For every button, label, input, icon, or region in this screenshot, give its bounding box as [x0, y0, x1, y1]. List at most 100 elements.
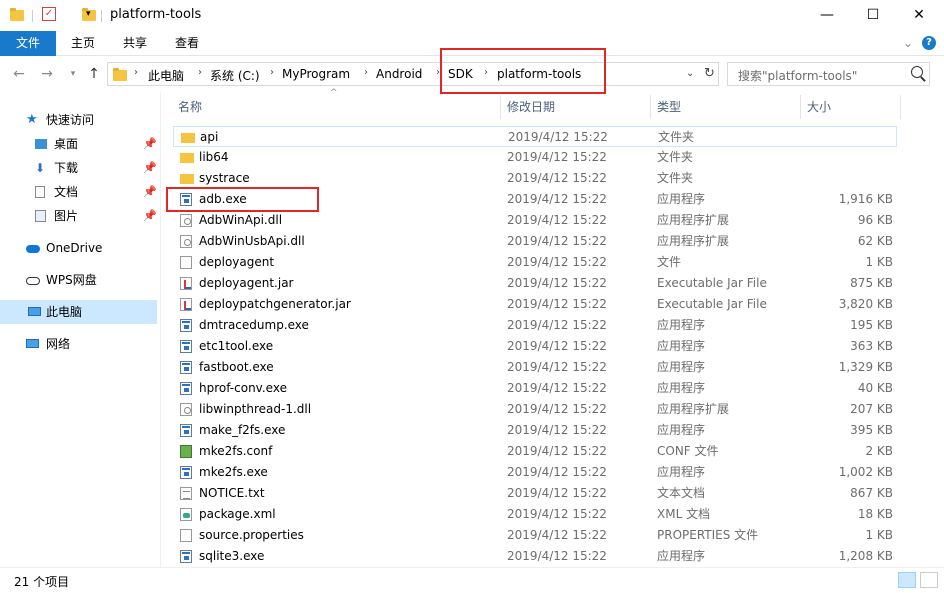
title-bar: ✓ ▾ platform-tools — ☐ ✕: [0, 0, 944, 31]
file-date: 2019/4/12 15:22: [507, 150, 607, 164]
document-icon: [35, 186, 45, 198]
address-dropdown-icon[interactable]: ⌄: [686, 68, 694, 79]
file-type: 文件: [657, 255, 682, 269]
file-type: 应用程序扩展: [657, 402, 730, 416]
column-header-date[interactable]: 修改日期: [507, 97, 555, 117]
search-box[interactable]: 搜索"platform-tools": [727, 62, 930, 86]
file-date: 2019/4/12 15:22: [507, 360, 607, 374]
tab-view[interactable]: 查看: [166, 31, 208, 56]
file-size: 867 KB: [850, 486, 893, 500]
application-icon: [180, 550, 192, 563]
table-row[interactable]: deployagent 2019/4/12 15:22 文件 1 KB: [173, 252, 897, 273]
file-size: 40 KB: [857, 381, 893, 395]
pin-icon[interactable]: 📌: [143, 132, 157, 156]
sidebar-item-wps-drive[interactable]: WPS网盘: [0, 268, 157, 292]
sidebar-item-desktop[interactable]: 桌面 📌: [0, 132, 157, 156]
table-row[interactable]: source.properties 2019/4/12 15:22 PROPERTI…: [173, 525, 897, 546]
back-button[interactable]: ←: [10, 65, 28, 83]
recent-locations-icon[interactable]: ▾: [64, 65, 82, 83]
folder-icon: [10, 8, 24, 21]
file-name: AdbWinUsbApi.dll: [199, 234, 305, 248]
table-row[interactable]: make_f2fs.exe 2019/4/12 15:22 应用程序 395 KB: [173, 420, 897, 441]
details-view-button[interactable]: [898, 572, 916, 588]
tab-file[interactable]: 文件: [0, 31, 56, 56]
forward-button[interactable]: →: [38, 65, 56, 83]
file-name: make_f2fs.exe: [199, 423, 286, 437]
file-name: systrace: [199, 171, 250, 185]
file-date: 2019/4/12 15:22: [507, 381, 607, 395]
tab-share[interactable]: 共享: [114, 31, 156, 56]
file-type: 应用程序: [657, 381, 706, 395]
navigation-pane: ★ 快速访问 桌面 📌 ⬇ 下载 📌 文档 📌 图片 📌 OneDrive WP…: [0, 92, 160, 567]
dll-icon: [180, 214, 192, 227]
cloud-icon: [26, 245, 40, 253]
file-highlight: [166, 187, 319, 212]
status-bar: 21 个项目: [0, 567, 944, 593]
breadcrumb-myprogram[interactable]: MyProgram: [282, 67, 350, 81]
file-name: NOTICE.txt: [199, 486, 265, 500]
table-row[interactable]: systrace 2019/4/12 15:22 文件夹: [173, 168, 897, 189]
application-icon: [180, 319, 192, 332]
sidebar-item-pictures[interactable]: 图片 📌: [0, 204, 157, 228]
customize-quick-access-icon[interactable]: ▾: [86, 9, 91, 25]
breadcrumb-highlight: [440, 48, 606, 94]
window-title: platform-tools: [110, 7, 202, 22]
file-type: Executable Jar File: [657, 276, 767, 290]
file-type: 应用程序: [657, 360, 706, 374]
file-size: 875 KB: [850, 276, 893, 290]
sidebar-item-network[interactable]: 网络: [0, 332, 157, 356]
file-name: mke2fs.conf: [199, 444, 273, 458]
file-date: 2019/4/12 15:22: [507, 318, 607, 332]
table-row[interactable]: package.xml 2019/4/12 15:22 XML 文档 18 KB: [173, 504, 897, 525]
sidebar-item-documents[interactable]: 文档 📌: [0, 180, 157, 204]
file-date: 2019/4/12 15:22: [507, 171, 607, 185]
pin-icon[interactable]: 📌: [143, 180, 157, 204]
minimize-button[interactable]: —: [804, 0, 850, 31]
table-row[interactable]: api 2019/4/12 15:22 文件夹: [173, 126, 897, 147]
download-icon: ⬇: [35, 161, 46, 175]
sidebar-item-quick-access[interactable]: ★ 快速访问: [0, 108, 157, 132]
breadcrumb-android[interactable]: Android: [376, 67, 422, 81]
table-row[interactable]: mke2fs.conf 2019/4/12 15:22 CONF 文件 2 KB: [173, 441, 897, 462]
sidebar-item-downloads[interactable]: ⬇ 下载 📌: [0, 156, 157, 180]
application-icon: [180, 340, 192, 353]
column-header-name[interactable]: 名称: [178, 97, 202, 117]
table-row[interactable]: deploypatchgenerator.jar 2019/4/12 15:22 E…: [173, 294, 897, 315]
table-row[interactable]: dmtracedump.exe 2019/4/12 15:22 应用程序 195 KB: [173, 315, 897, 336]
file-size: 395 KB: [850, 423, 893, 437]
table-row[interactable]: AdbWinApi.dll 2019/4/12 15:22 应用程序扩展 96 KB: [173, 210, 897, 231]
table-row[interactable]: sqlite3.exe 2019/4/12 15:22 应用程序 1,208 KB: [173, 546, 897, 567]
breadcrumb-this-pc[interactable]: 此电脑: [148, 67, 184, 84]
column-header-size[interactable]: 大小: [807, 97, 831, 117]
large-icons-view-button[interactable]: [920, 572, 938, 588]
help-icon[interactable]: ?: [922, 36, 936, 50]
maximize-button[interactable]: ☐: [850, 0, 896, 31]
sidebar-item-onedrive[interactable]: OneDrive: [0, 236, 157, 260]
tab-home[interactable]: 主页: [62, 31, 104, 56]
table-row[interactable]: lib64 2019/4/12 15:22 文件夹: [173, 147, 897, 168]
refresh-icon[interactable]: ↻: [704, 66, 715, 81]
breadcrumb-system-c[interactable]: 系统 (C:): [210, 67, 260, 84]
column-header-type[interactable]: 类型: [657, 97, 681, 117]
address-bar[interactable]: › 此电脑 › 系统 (C:) › MyProgram › Android › …: [107, 62, 719, 86]
table-row[interactable]: etc1tool.exe 2019/4/12 15:22 应用程序 363 KB: [173, 336, 897, 357]
pin-icon[interactable]: 📌: [143, 156, 157, 180]
table-row[interactable]: fastboot.exe 2019/4/12 15:22 应用程序 1,329 KB: [173, 357, 897, 378]
table-row[interactable]: deployagent.jar 2019/4/12 15:22 Executable…: [173, 273, 897, 294]
file-name: source.properties: [199, 528, 304, 542]
sidebar-item-this-pc[interactable]: 此电脑: [0, 300, 157, 324]
properties-icon[interactable]: ✓: [42, 7, 56, 21]
table-row[interactable]: NOTICE.txt 2019/4/12 15:22 文本文档 867 KB: [173, 483, 897, 504]
table-row[interactable]: mke2fs.exe 2019/4/12 15:22 应用程序 1,002 KB: [173, 462, 897, 483]
file-type: 文本文档: [657, 486, 706, 500]
table-row[interactable]: libwinpthread-1.dll 2019/4/12 15:22 应用程序扩展…: [173, 399, 897, 420]
table-row[interactable]: hprof-conv.exe 2019/4/12 15:22 应用程序 40 KB: [173, 378, 897, 399]
close-button[interactable]: ✕: [896, 0, 942, 31]
file-name: lib64: [199, 150, 229, 164]
up-button[interactable]: ↑: [85, 65, 103, 83]
search-input[interactable]: 搜索"platform-tools": [738, 67, 857, 84]
expand-ribbon-icon[interactable]: ⌄: [900, 31, 916, 56]
table-row[interactable]: AdbWinUsbApi.dll 2019/4/12 15:22 应用程序扩展 62 …: [173, 231, 897, 252]
network-icon: [26, 339, 39, 348]
pin-icon[interactable]: 📌: [143, 204, 157, 228]
